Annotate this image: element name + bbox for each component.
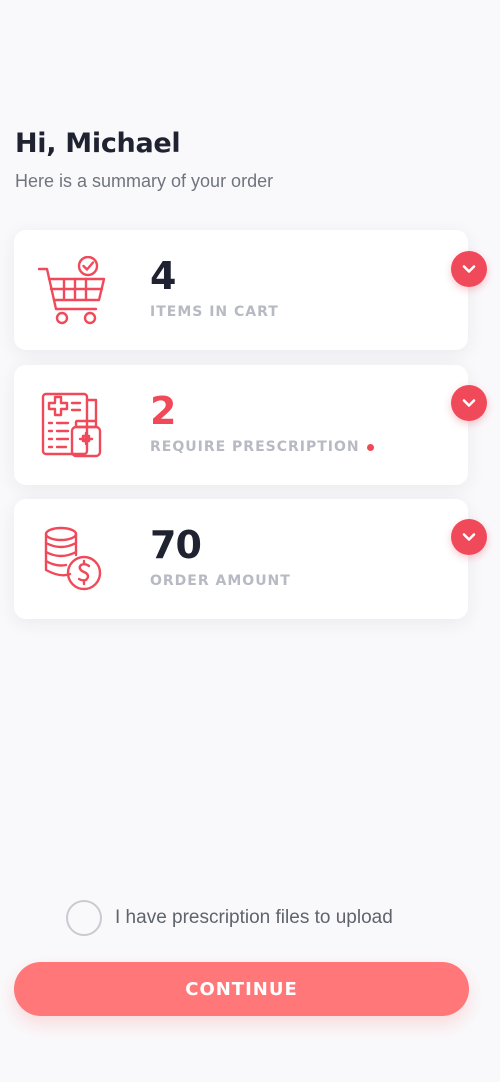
prescription-icon xyxy=(41,392,102,458)
expand-order-amount-button[interactable] xyxy=(451,519,487,555)
cart-items-label: ITEMS IN CART xyxy=(150,304,279,320)
cart-items-label-text: ITEMS IN CART xyxy=(150,304,279,320)
prescription-upload-radio[interactable] xyxy=(66,900,102,936)
shopping-cart-check-icon xyxy=(38,256,106,325)
continue-button[interactable]: CONTINUE xyxy=(14,962,469,1016)
greeting-subtitle: Here is a summary of your order xyxy=(15,171,274,191)
order-amount-value: 70 xyxy=(150,523,202,567)
prescription-upload-option[interactable]: I have prescription files to upload xyxy=(66,900,393,936)
prescription-label-text: REQUIRE PRESCRIPTION xyxy=(150,439,360,455)
cart-items-card: 4 ITEMS IN CART xyxy=(14,230,468,350)
continue-button-label: CONTINUE xyxy=(185,978,298,1000)
expand-cart-button[interactable] xyxy=(451,251,487,287)
prescription-card: 2 REQUIRE PRESCRIPTION xyxy=(14,365,468,485)
chevron-down-icon xyxy=(462,399,476,407)
prescription-label: REQUIRE PRESCRIPTION xyxy=(150,439,374,455)
order-amount-label-text: ORDER AMOUNT xyxy=(150,573,291,589)
chevron-down-icon xyxy=(462,265,476,273)
chevron-down-icon xyxy=(462,533,476,541)
greeting-title: Hi, Michael xyxy=(15,128,181,159)
order-summary-screen: Hi, Michael Here is a summary of your or… xyxy=(0,0,500,1082)
order-amount-card: 70 ORDER AMOUNT xyxy=(14,499,468,619)
prescription-upload-label: I have prescription files to upload xyxy=(115,907,393,928)
notification-dot xyxy=(366,443,374,451)
coins-dollar-icon xyxy=(44,526,102,591)
expand-prescription-button[interactable] xyxy=(451,385,487,421)
order-amount-label: ORDER AMOUNT xyxy=(150,573,291,589)
prescription-count: 2 xyxy=(150,389,176,433)
cart-items-count: 4 xyxy=(150,254,176,298)
